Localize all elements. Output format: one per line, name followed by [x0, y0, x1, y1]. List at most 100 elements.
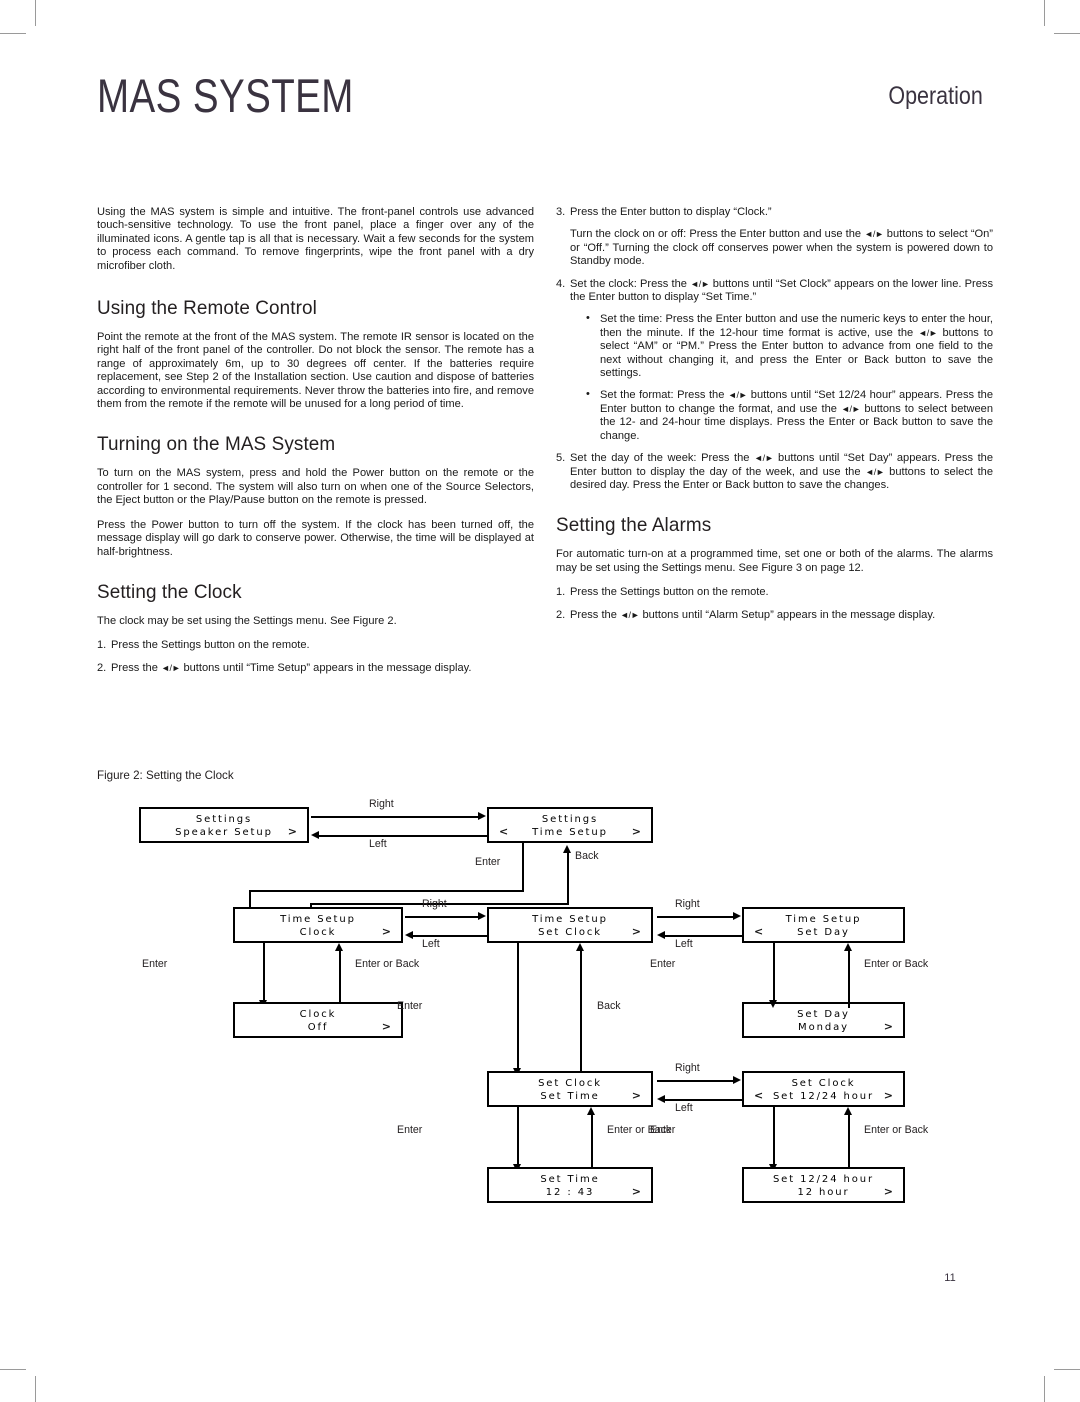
clock-step-4-number: 4. — [556, 277, 566, 290]
clock-step-1-number: 1. — [97, 639, 107, 652]
lcd-line-1: Time Setup — [280, 914, 356, 925]
figure-label-enter-or-back-1: Enter or Back — [355, 958, 420, 970]
clock-step-5: 5. Set the day of the week: Press the ◄/… — [556, 452, 993, 492]
crop-mark-top-right-vertical — [1044, 0, 1045, 26]
crop-mark-bottom-left-vertical — [35, 1376, 36, 1402]
lcd-line-1: Set 12/24 hour — [772, 1174, 875, 1185]
arrow-line-enter-4 — [773, 943, 775, 1003]
arrow-head-back-2 — [576, 943, 584, 951]
figure-label-enter-4: Enter — [650, 958, 676, 970]
clock-step-3-subparagraph: Turn the clock on or off: Press the Ente… — [570, 228, 993, 268]
turning-on-paragraph-2: Press the Power button to turn off the s… — [97, 518, 534, 558]
arrow-line-enter-or-back-1 — [339, 950, 341, 1008]
lcd-line-1: Settings — [195, 814, 253, 825]
heading-setting-the-clock: Setting the Clock — [97, 580, 242, 603]
lcd-box-clock-off: Clock Off > — [233, 1002, 403, 1038]
lcd-box-set-time-value: Set Time 12 : 43 > — [487, 1167, 653, 1203]
alarm-step-1: 1. Press the Settings button on the remo… — [556, 586, 993, 599]
clock-step-2-text-a: Press the — [111, 661, 161, 674]
figure-label-back-1: Back — [575, 850, 599, 862]
arrow-head-enter-or-back-4 — [844, 1107, 852, 1115]
figure-label-left-3: Left — [675, 938, 693, 950]
figure-label-enter-or-back-2: Enter or Back — [864, 958, 929, 970]
lcd-left-chevron-icon: < — [754, 925, 764, 938]
lcd-line-2: Clock — [299, 927, 337, 938]
lcd-line-2: 12 hour — [797, 1187, 850, 1198]
figure-label-back-2: Back — [597, 1000, 621, 1012]
turning-on-paragraph-1: To turn on the MAS system, press and hol… — [97, 467, 534, 507]
figure-label-enter-3: Enter — [397, 1000, 423, 1012]
lcd-line-2: Set Time — [540, 1091, 600, 1102]
section-title: Operation — [888, 82, 983, 110]
arrow-line-left-3 — [665, 935, 742, 937]
clock-step-5-number: 5. — [556, 452, 566, 465]
lcd-box-settings-time-setup: Settings Time Setup < > — [487, 807, 653, 843]
arrow-head-left-2 — [405, 931, 413, 939]
lcd-line-2: Set Day — [797, 927, 850, 938]
arrow-line-enter-1-vertical — [522, 843, 524, 891]
arrow-line-left-4 — [665, 1099, 742, 1101]
figure-label-enter-6: Enter — [650, 1124, 676, 1136]
page-number: 11 — [944, 1272, 956, 1284]
lcd-right-chevron-icon: > — [631, 825, 641, 838]
left-right-arrows-icon: ◄/► — [619, 609, 640, 620]
lcd-box-set-clock-set-time: Set Clock Set Time > — [487, 1071, 653, 1107]
arrow-head-right-2 — [478, 912, 486, 920]
lcd-right-chevron-icon: > — [883, 1185, 893, 1198]
lcd-line-2: Speaker Setup — [175, 827, 273, 838]
clock-step-1-text: Press the Settings button on the remote. — [111, 639, 310, 652]
arrow-head-enter-4 — [769, 1000, 777, 1008]
crop-mark-bottom-left-horizontal — [0, 1369, 26, 1370]
alarm-step-2: 2. Press the ◄/► buttons until “Alarm Se… — [556, 609, 993, 622]
lcd-line-1: Settings — [541, 814, 599, 825]
left-right-arrows-icon: ◄/► — [865, 466, 885, 477]
left-column: Using the MAS system is simple and intui… — [97, 206, 534, 684]
arrow-head-back-1 — [563, 845, 571, 853]
left-right-arrows-icon: ◄/► — [690, 278, 710, 289]
clock-intro-paragraph: The clock may be set using the Settings … — [97, 614, 397, 627]
figure-label-left-4: Left — [675, 1102, 693, 1114]
clock-step-3-number: 3. — [556, 206, 566, 218]
arrow-head-right-1 — [478, 812, 486, 820]
lcd-box-time-setup-set-clock: Time Setup Set Clock > — [487, 907, 653, 943]
arrow-line-left-2 — [413, 935, 487, 937]
clock-step-1: 1. Press the Settings button on the remo… — [97, 639, 534, 652]
lcd-right-chevron-icon: > — [883, 1020, 893, 1033]
figure-label-right-2: Right — [422, 898, 447, 910]
figure-caption: Figure 2: Setting the Clock — [97, 769, 234, 782]
arrow-line-right-3 — [657, 916, 734, 918]
lcd-line-1: Time Setup — [532, 914, 608, 925]
arrow-head-left-3 — [657, 931, 665, 939]
arrow-head-left-1 — [311, 831, 319, 839]
arrow-head-enter-or-back-2 — [844, 943, 852, 951]
lcd-box-set-12-24-hour-value: Set 12/24 hour 12 hour > — [742, 1167, 905, 1203]
lcd-line-2: Monday — [798, 1022, 849, 1033]
alarms-intro-paragraph: For automatic turn-on at a programmed ti… — [556, 548, 993, 574]
lcd-right-chevron-icon: > — [381, 1020, 391, 1033]
page-number-footer: 11 — [0, 1272, 1080, 1284]
lcd-left-chevron-icon: < — [499, 825, 509, 838]
figure-label-enter-1: Enter — [475, 856, 501, 868]
brand-title: MAS SYSTEM — [97, 69, 354, 122]
alarm-step-2-text-a: Press the — [570, 608, 620, 621]
arrow-head-left-4 — [657, 1095, 665, 1103]
arrow-head-right-4 — [733, 1076, 741, 1084]
arrow-line-back-2 — [580, 950, 582, 1078]
lcd-right-chevron-icon: > — [381, 925, 391, 938]
lcd-line-2: Set 12/24 hour — [772, 1091, 875, 1102]
bullet2-text-a: Set the format: Press the — [600, 389, 728, 402]
lcd-line-1: Set Clock — [791, 1078, 856, 1089]
intro-paragraph: Using the MAS system is simple and intui… — [97, 206, 534, 272]
left-right-arrows-icon: ◄/► — [160, 662, 181, 673]
clock-step-3: 3. Press the Enter button to display “Cl… — [556, 206, 993, 219]
alarm-step-2-number: 2. — [556, 608, 566, 621]
figure-label-right-4: Right — [675, 1062, 700, 1074]
figure-label-enter-or-back-4: Enter or Back — [864, 1124, 929, 1136]
lcd-line-1: Set Day — [797, 1009, 850, 1020]
alarm-step-2-text-b: buttons until “Alarm Setup” appears in t… — [639, 608, 936, 621]
lcd-right-chevron-icon: > — [883, 1089, 893, 1102]
arrow-head-right-3 — [733, 912, 741, 920]
figure-label-left-2: Left — [422, 938, 440, 950]
alarm-step-1-text: Press the Settings button on the remote. — [570, 586, 769, 599]
clock-step-2-number: 2. — [97, 661, 107, 674]
